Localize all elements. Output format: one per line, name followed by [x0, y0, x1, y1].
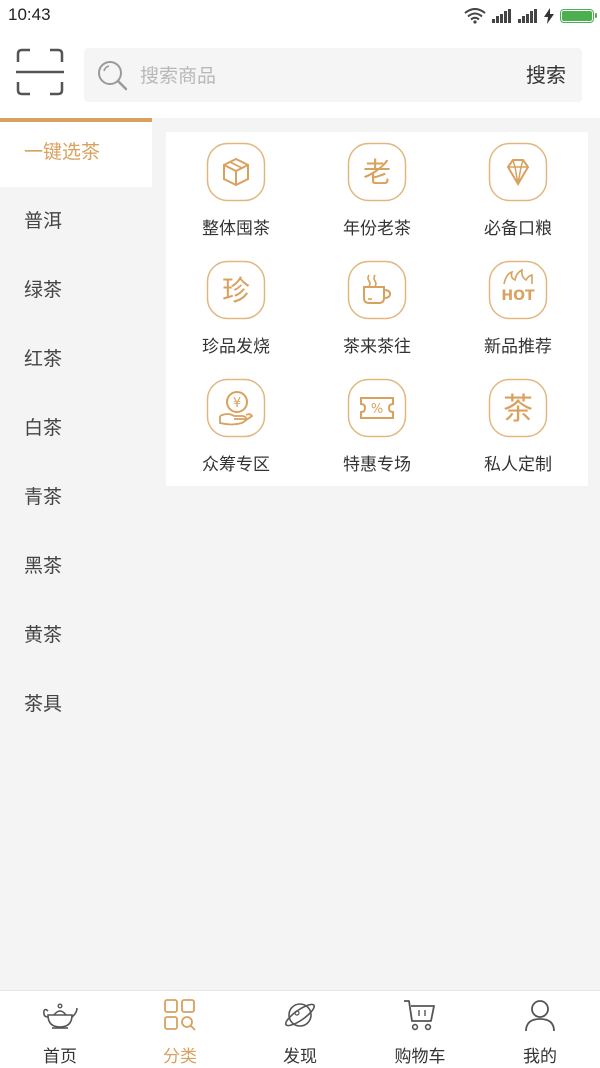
- category-crowdfunding[interactable]: ¥ 众筹专区: [166, 368, 306, 486]
- planet-icon: [284, 1003, 316, 1027]
- battery-level: [562, 11, 592, 21]
- category-label: 整体囤茶: [202, 219, 270, 239]
- sidebar-item-dark-tea[interactable]: 黑茶: [0, 532, 152, 601]
- charging-bolt-icon: [544, 8, 554, 24]
- nav-profile[interactable]: 我的: [480, 991, 600, 1068]
- category-label: 茶来茶往: [343, 337, 411, 357]
- teapot-icon: [43, 1003, 78, 1029]
- lao-character-icon: 老: [347, 142, 407, 202]
- svg-text:%: %: [371, 402, 383, 417]
- battery-icon: [560, 9, 597, 23]
- svg-text:¥: ¥: [233, 396, 241, 411]
- bottom-nav: 首页 分类 发现 购物车 我的: [0, 990, 600, 1067]
- sidebar-item-white-tea[interactable]: 白茶: [0, 394, 152, 463]
- sidebar-item-black-tea[interactable]: 红茶: [0, 325, 152, 394]
- scan-icon[interactable]: [16, 48, 64, 96]
- category-new-arrivals[interactable]: HOT 新品推荐: [448, 250, 588, 368]
- svg-text:老: 老: [363, 156, 391, 189]
- header: 搜索: [0, 32, 600, 118]
- sidebar-item-puer[interactable]: 普洱: [0, 187, 152, 256]
- svg-text:HOT: HOT: [501, 288, 535, 304]
- nav-label: 购物车: [394, 1047, 446, 1067]
- nav-label: 首页: [43, 1047, 77, 1067]
- nav-cart[interactable]: 购物车: [360, 991, 480, 1068]
- search-input[interactable]: [138, 48, 482, 104]
- wifi-icon: [464, 8, 486, 24]
- category-label: 众筹专区: [202, 455, 270, 475]
- cart-icon: [404, 1000, 435, 1031]
- svg-text:珍: 珍: [222, 274, 250, 307]
- status-bar: 10:43: [0, 0, 600, 32]
- category-grid: 整体囤茶 老 年份老茶 必备口粮 珍 珍品发烧 茶来茶往 HOT 新品推荐 ¥ …: [166, 132, 588, 486]
- search-icon: [98, 61, 128, 91]
- tea-cup-icon: [347, 260, 407, 320]
- category-label: 特惠专场: [343, 455, 411, 475]
- category-label: 必备口粮: [484, 219, 552, 239]
- diamond-icon: [488, 142, 548, 202]
- category-grid-icon: [164, 999, 196, 1031]
- sidebar-item-one-click-select[interactable]: 一键选茶: [0, 118, 152, 187]
- category-aged-tea[interactable]: 老 年份老茶: [307, 132, 447, 250]
- category-label: 私人定制: [484, 455, 552, 475]
- content-area: 一键选茶 普洱 绿茶 红茶 白茶 青茶 黑茶 黄茶 茶具 整体囤茶 老 年份老茶: [0, 118, 600, 990]
- category-label: 年份老茶: [343, 219, 411, 239]
- nav-label: 我的: [523, 1047, 557, 1067]
- nav-category[interactable]: 分类: [120, 991, 240, 1068]
- nav-label: 发现: [283, 1047, 317, 1067]
- svg-text:茶: 茶: [503, 392, 533, 427]
- category-label: 珍品发烧: [202, 337, 270, 357]
- cha-character-icon: 茶: [488, 378, 548, 438]
- category-label: 新品推荐: [484, 337, 552, 357]
- category-sidebar: 一键选茶 普洱 绿茶 红茶 白茶 青茶 黑茶 黄茶 茶具: [0, 118, 152, 990]
- signal-icon-2: [518, 9, 537, 23]
- category-custom[interactable]: 茶 私人定制: [448, 368, 588, 486]
- search-box: 搜索: [84, 48, 582, 104]
- nav-home[interactable]: 首页: [0, 991, 120, 1068]
- category-special-offers[interactable]: % 特惠专场: [307, 368, 447, 486]
- status-time: 10:43: [8, 5, 51, 24]
- user-icon: [525, 1000, 555, 1032]
- sidebar-item-green-tea[interactable]: 绿茶: [0, 256, 152, 325]
- sidebar-item-oolong-tea[interactable]: 青茶: [0, 463, 152, 532]
- nav-discover[interactable]: 发现: [240, 991, 360, 1068]
- hot-icon: HOT: [488, 260, 548, 320]
- signal-icon: [492, 9, 511, 23]
- search-button[interactable]: 搜索: [526, 48, 566, 102]
- category-premium[interactable]: 珍 珍品发烧: [166, 250, 306, 368]
- yuan-hand-icon: ¥: [206, 378, 266, 438]
- box-icon: [206, 142, 266, 202]
- status-icons: [464, 6, 597, 26]
- coupon-icon: %: [347, 378, 407, 438]
- zhen-character-icon: 珍: [206, 260, 266, 320]
- battery-cap: [595, 13, 597, 18]
- sidebar-item-yellow-tea[interactable]: 黄茶: [0, 601, 152, 670]
- sidebar-item-teaware[interactable]: 茶具: [0, 670, 152, 739]
- category-daily-ration[interactable]: 必备口粮: [448, 132, 588, 250]
- category-bulk-tea[interactable]: 整体囤茶: [166, 132, 306, 250]
- nav-label: 分类: [163, 1047, 197, 1067]
- category-gift-tea[interactable]: 茶来茶往: [307, 250, 447, 368]
